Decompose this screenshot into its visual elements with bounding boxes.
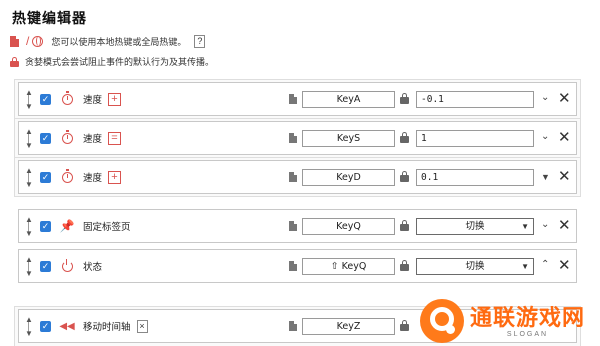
- key-input[interactable]: KeyA: [302, 91, 395, 108]
- enable-checkbox[interactable]: ✓: [40, 320, 51, 332]
- timer-icon: [60, 168, 74, 184]
- chevron-down-icon[interactable]: ⌄: [541, 92, 549, 103]
- drag-handle[interactable]: ▲ │ ▼: [22, 127, 36, 149]
- info-text-greedy: 贪婪模式会尝试阻止事件的默认行为及其传播。: [25, 57, 215, 67]
- operator-button[interactable]: ×: [136, 319, 148, 333]
- operator-button[interactable]: =: [108, 131, 122, 145]
- enable-checkbox[interactable]: ✓: [40, 220, 51, 232]
- operator-button[interactable]: +: [108, 170, 122, 184]
- action-label: 固定标签页: [83, 222, 131, 233]
- chevron-down-icon[interactable]: ⌄: [541, 131, 549, 142]
- close-icon[interactable]: ✕: [558, 167, 571, 185]
- select-caret-icon: ▼: [521, 222, 529, 231]
- value-input[interactable]: 1: [416, 130, 534, 147]
- key-input[interactable]: KeyD: [302, 169, 395, 186]
- timer-icon: [60, 129, 74, 145]
- mode-select-value: 切换: [465, 261, 485, 272]
- drag-handle[interactable]: ▲ │ ▼: [22, 88, 36, 110]
- local-file-icon: [10, 35, 19, 47]
- hotkey-row: ▲ │ ▼ ✓ 📌 固定标签页 KeyQ 切换 ▼ ⌄ ✕: [18, 209, 577, 243]
- separator-slash: /: [26, 34, 30, 48]
- mode-select[interactable]: 切换 ▼: [416, 258, 534, 275]
- chevron-up-icon[interactable]: ⌃: [541, 259, 549, 270]
- action-label: 速度: [83, 134, 103, 145]
- key-input[interactable]: KeyQ: [302, 218, 395, 235]
- close-icon[interactable]: ✕: [558, 256, 571, 274]
- close-icon[interactable]: ✕: [558, 89, 571, 107]
- local-file-icon[interactable]: [289, 172, 297, 182]
- value-input[interactable]: 0.1: [416, 169, 534, 186]
- watermark-logo-icon: [420, 299, 464, 343]
- greedy-lock-icon[interactable]: [400, 220, 409, 231]
- timer-icon: [60, 90, 74, 106]
- globe-icon: [32, 35, 44, 47]
- power-icon: [60, 258, 74, 273]
- key-input[interactable]: ⇧ KeyQ: [302, 258, 395, 275]
- greedy-lock-icon[interactable]: [400, 171, 409, 182]
- local-file-icon[interactable]: [289, 133, 297, 143]
- caret-down-icon[interactable]: ▼: [541, 172, 550, 182]
- action-label: 速度: [83, 173, 103, 184]
- local-file-icon[interactable]: [289, 261, 297, 271]
- enable-checkbox[interactable]: ✓: [40, 93, 51, 105]
- action-label: 速度: [83, 95, 103, 106]
- greedy-lock-icon[interactable]: [400, 260, 409, 271]
- value-input[interactable]: -0.1: [416, 91, 534, 108]
- action-label: 移动时间轴: [83, 322, 131, 333]
- drag-handle[interactable]: ▲ │ ▼: [22, 215, 36, 237]
- hotkey-row: ▲ │ ▼ ✓ 状态 ⇧ KeyQ 切换 ▼ ⌃ ✕: [18, 249, 577, 283]
- drag-handle[interactable]: ▲ │ ▼: [22, 166, 36, 188]
- enable-checkbox[interactable]: ✓: [40, 132, 51, 144]
- drag-handle[interactable]: ▲ │ ▼: [22, 315, 36, 337]
- drag-handle[interactable]: ▲ │ ▼: [22, 255, 36, 277]
- local-file-icon[interactable]: [289, 321, 297, 331]
- greedy-lock-icon[interactable]: [400, 132, 409, 143]
- local-file-icon[interactable]: [289, 221, 297, 231]
- watermark-slogan: SLOGAN: [506, 330, 549, 338]
- local-file-icon[interactable]: [289, 94, 297, 104]
- close-icon[interactable]: ✕: [558, 128, 571, 146]
- mode-select[interactable]: 切换 ▼: [416, 218, 534, 235]
- enable-checkbox[interactable]: ✓: [40, 260, 51, 272]
- pin-icon: 📌: [59, 219, 75, 233]
- chevron-down-icon[interactable]: ⌄: [541, 219, 549, 230]
- hotkey-row: ▲ │ ▼ ✓ 速度 + KeyD 0.1 ▼ ✕: [18, 160, 577, 194]
- rewind-icon: ◀◀: [59, 320, 75, 332]
- operator-button[interactable]: +: [108, 92, 122, 106]
- watermark: 通联游戏网 SLOGAN: [400, 296, 600, 346]
- mode-select-value: 切换: [465, 221, 485, 232]
- key-input[interactable]: KeyS: [302, 130, 395, 147]
- select-caret-icon: ▼: [521, 262, 529, 271]
- info-text-scope: 您可以使用本地热键或全局热键。: [51, 36, 187, 47]
- enable-checkbox[interactable]: ✓: [40, 171, 51, 183]
- info-hotkey-scope: / 您可以使用本地热键或全局热键。 ?: [10, 34, 206, 48]
- lock-icon: [10, 56, 19, 67]
- greedy-lock-icon[interactable]: [400, 93, 409, 104]
- hotkey-row: ▲ │ ▼ ✓ 速度 = KeyS 1 ⌄ ✕: [18, 121, 577, 155]
- page-title: 热键编辑器: [12, 10, 87, 26]
- close-icon[interactable]: ✕: [558, 216, 571, 234]
- action-label: 状态: [83, 262, 103, 273]
- watermark-text: 通联游戏网: [470, 304, 586, 330]
- info-greedy-mode: 贪婪模式会尝试阻止事件的默认行为及其传播。: [10, 55, 214, 68]
- hotkey-row: ▲ │ ▼ ✓ 速度 + KeyA -0.1 ⌄ ✕: [18, 82, 577, 116]
- help-button[interactable]: ?: [194, 34, 206, 48]
- key-input[interactable]: KeyZ: [302, 318, 395, 335]
